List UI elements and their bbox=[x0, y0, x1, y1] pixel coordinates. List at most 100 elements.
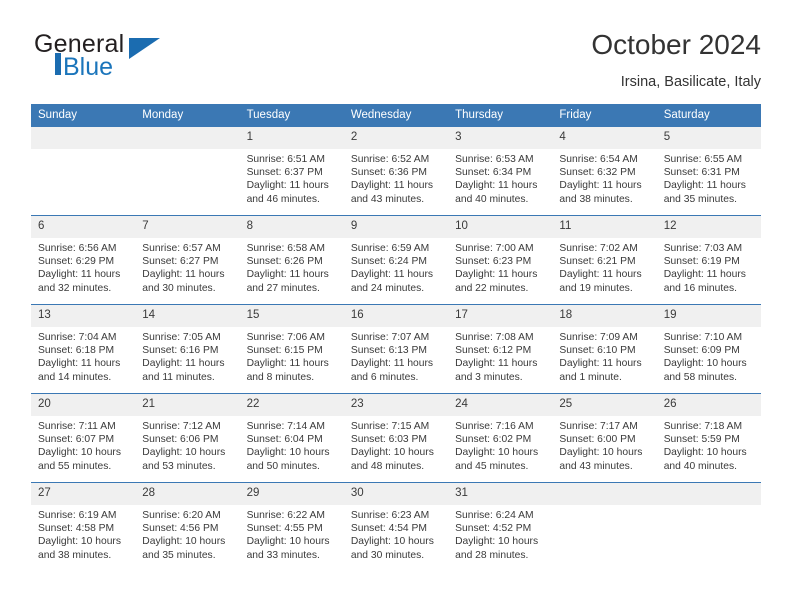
day-info: Sunrise: 7:15 AM Sunset: 6:03 PM Daylight:… bbox=[344, 416, 448, 473]
daylight-duration-line1: Daylight: 11 hours bbox=[350, 358, 434, 370]
sunset-time: Sunset: 6:32 PM bbox=[559, 167, 636, 179]
sunrise-time: Sunrise: 7:00 AM bbox=[455, 243, 534, 254]
calendar-day-cell[interactable]: 28 Sunrise: 6:20 AM Sunset: 4:56 PM Dayligh… bbox=[135, 482, 240, 571]
calendar-day-cell[interactable]: 16 Sunrise: 7:07 AM Sunset: 6:13 PM Dayligh… bbox=[343, 304, 449, 394]
calendar-day-cell[interactable]: 1 Sunrise: 6:51 AM Sunset: 6:37 PM Daylight… bbox=[239, 127, 344, 216]
calendar-day-cell[interactable]: 7 Sunrise: 6:57 AM Sunset: 6:27 PM Daylight… bbox=[135, 215, 240, 305]
day-number: 1 bbox=[239, 127, 344, 149]
daylight-duration-line2: and 35 minutes. bbox=[142, 549, 216, 561]
day-info: Sunrise: 7:18 AM Sunset: 5:59 PM Daylight:… bbox=[657, 416, 761, 473]
day-number: 26 bbox=[656, 394, 761, 416]
calendar-day-cell[interactable]: 9 Sunrise: 6:59 AM Sunset: 6:24 PM Daylight… bbox=[343, 215, 449, 305]
calendar-body: 1 Sunrise: 6:51 AM Sunset: 6:37 PM Daylight… bbox=[31, 127, 761, 571]
day-info: Sunrise: 7:16 AM Sunset: 6:02 PM Daylight:… bbox=[448, 416, 552, 473]
weekday-header-tuesday: Tuesday bbox=[239, 104, 344, 127]
calendar-day-cell[interactable]: 30 Sunrise: 6:23 AM Sunset: 4:54 PM Dayligh… bbox=[343, 482, 449, 571]
calendar-day-cell[interactable]: 6 Sunrise: 6:56 AM Sunset: 6:29 PM Daylight… bbox=[31, 215, 136, 305]
day-number: 18 bbox=[552, 305, 657, 327]
day-info: Sunrise: 6:20 AM Sunset: 4:56 PM Daylight:… bbox=[135, 505, 239, 562]
calendar-cell-empty bbox=[552, 482, 657, 571]
day-info: Sunrise: 7:14 AM Sunset: 6:04 PM Daylight:… bbox=[240, 416, 344, 473]
sunrise-time: Sunrise: 7:09 AM bbox=[559, 332, 638, 343]
brand-logo[interactable]: General Blue bbox=[31, 28, 251, 90]
sunrise-time: Sunrise: 6:22 AM bbox=[246, 510, 325, 521]
sunset-time: Sunset: 6:18 PM bbox=[38, 345, 115, 357]
day-info: Sunrise: 7:11 AM Sunset: 6:07 PM Daylight:… bbox=[31, 416, 135, 473]
daylight-duration-line2: and 14 minutes. bbox=[38, 371, 112, 383]
day-number: 12 bbox=[656, 216, 761, 238]
sunset-time: Sunset: 6:23 PM bbox=[455, 256, 532, 268]
day-info: Sunrise: 7:17 AM Sunset: 6:00 PM Daylight:… bbox=[552, 416, 656, 473]
calendar-day-cell[interactable]: 3 Sunrise: 6:53 AM Sunset: 6:34 PM Daylight… bbox=[448, 127, 553, 216]
sunrise-time: Sunrise: 6:52 AM bbox=[350, 154, 430, 165]
daylight-duration-line2: and 27 minutes. bbox=[246, 282, 320, 294]
calendar-day-cell[interactable]: 8 Sunrise: 6:58 AM Sunset: 6:26 PM Daylight… bbox=[239, 215, 344, 305]
sunrise-time: Sunrise: 7:14 AM bbox=[246, 421, 325, 432]
calendar-day-cell[interactable]: 5 Sunrise: 6:55 AM Sunset: 6:31 PM Daylight… bbox=[656, 127, 761, 216]
sunset-time: Sunset: 6:04 PM bbox=[246, 434, 323, 446]
day-info: Sunrise: 6:54 AM Sunset: 6:32 PM Daylight:… bbox=[552, 149, 656, 206]
calendar-day-cell[interactable]: 15 Sunrise: 7:06 AM Sunset: 6:15 PM Dayligh… bbox=[239, 304, 344, 394]
calendar-day-cell[interactable]: 17 Sunrise: 7:08 AM Sunset: 6:12 PM Dayligh… bbox=[448, 304, 553, 394]
calendar-day-cell[interactable]: 2 Sunrise: 6:52 AM Sunset: 6:36 PM Daylight… bbox=[343, 127, 449, 216]
calendar-day-cell[interactable]: 27 Sunrise: 6:19 AM Sunset: 4:58 PM Dayligh… bbox=[31, 482, 136, 571]
page-title: October 2024 bbox=[591, 29, 761, 60]
calendar-page: General Blue October 2024 Irsina, Basili… bbox=[0, 0, 792, 612]
calendar-day-cell[interactable]: 19 Sunrise: 7:10 AM Sunset: 6:09 PM Dayligh… bbox=[656, 304, 761, 394]
calendar-day-cell[interactable]: 25 Sunrise: 7:17 AM Sunset: 6:00 PM Dayligh… bbox=[552, 393, 657, 483]
sunrise-time: Sunrise: 6:58 AM bbox=[246, 243, 325, 254]
daylight-duration-line1: Daylight: 11 hours bbox=[38, 269, 121, 281]
daylight-duration-line2: and 32 minutes. bbox=[38, 282, 112, 294]
calendar-day-cell[interactable]: 10 Sunrise: 7:00 AM Sunset: 6:23 PM Dayligh… bbox=[448, 215, 553, 305]
sunrise-time: Sunrise: 7:11 AM bbox=[38, 421, 116, 432]
calendar-day-cell[interactable]: 14 Sunrise: 7:05 AM Sunset: 6:16 PM Dayligh… bbox=[135, 304, 240, 394]
day-info: Sunrise: 6:56 AM Sunset: 6:29 PM Daylight:… bbox=[31, 238, 135, 295]
daylight-duration-line2: and 38 minutes. bbox=[559, 193, 633, 205]
daylight-duration-line1: Daylight: 10 hours bbox=[38, 536, 121, 548]
daylight-duration-line2: and 28 minutes. bbox=[455, 549, 529, 561]
day-number: 22 bbox=[239, 394, 344, 416]
day-number: 7 bbox=[135, 216, 240, 238]
day-number: 27 bbox=[31, 483, 136, 505]
day-number: 23 bbox=[343, 394, 449, 416]
calendar-day-cell[interactable]: 12 Sunrise: 7:03 AM Sunset: 6:19 PM Dayligh… bbox=[656, 215, 761, 305]
calendar-day-cell[interactable]: 18 Sunrise: 7:09 AM Sunset: 6:10 PM Dayligh… bbox=[552, 304, 657, 394]
calendar-day-cell[interactable]: 22 Sunrise: 7:14 AM Sunset: 6:04 PM Dayligh… bbox=[239, 393, 344, 483]
sunset-time: Sunset: 4:52 PM bbox=[455, 523, 532, 535]
day-number bbox=[31, 127, 136, 149]
sunset-time: Sunset: 4:54 PM bbox=[350, 523, 427, 535]
sunset-time: Sunset: 5:59 PM bbox=[663, 434, 740, 446]
sunrise-time: Sunrise: 7:07 AM bbox=[350, 332, 430, 343]
sunset-time: Sunset: 6:27 PM bbox=[142, 256, 219, 268]
day-info: Sunrise: 6:58 AM Sunset: 6:26 PM Daylight:… bbox=[240, 238, 344, 295]
day-number: 6 bbox=[31, 216, 136, 238]
weekday-header-sunday: Sunday bbox=[31, 104, 136, 127]
sunset-time: Sunset: 6:36 PM bbox=[350, 167, 427, 179]
day-info: Sunrise: 7:07 AM Sunset: 6:13 PM Daylight:… bbox=[344, 327, 448, 384]
daylight-duration-line1: Daylight: 11 hours bbox=[663, 180, 746, 192]
calendar-day-cell[interactable]: 13 Sunrise: 7:04 AM Sunset: 6:18 PM Dayligh… bbox=[31, 304, 136, 394]
day-number: 30 bbox=[343, 483, 449, 505]
day-number: 3 bbox=[448, 127, 553, 149]
calendar-day-cell[interactable]: 26 Sunrise: 7:18 AM Sunset: 5:59 PM Dayligh… bbox=[656, 393, 761, 483]
calendar-day-cell[interactable]: 23 Sunrise: 7:15 AM Sunset: 6:03 PM Dayligh… bbox=[343, 393, 449, 483]
sunrise-time: Sunrise: 6:19 AM bbox=[38, 510, 117, 521]
calendar-day-cell[interactable]: 21 Sunrise: 7:12 AM Sunset: 6:06 PM Dayligh… bbox=[135, 393, 240, 483]
calendar-day-cell[interactable]: 24 Sunrise: 7:16 AM Sunset: 6:02 PM Dayligh… bbox=[448, 393, 553, 483]
daylight-duration-line2: and 11 minutes. bbox=[142, 371, 215, 383]
calendar-day-cell[interactable]: 4 Sunrise: 6:54 AM Sunset: 6:32 PM Daylight… bbox=[552, 127, 657, 216]
calendar-day-cell[interactable]: 11 Sunrise: 7:02 AM Sunset: 6:21 PM Dayligh… bbox=[552, 215, 657, 305]
day-info: Sunrise: 6:24 AM Sunset: 4:52 PM Daylight:… bbox=[448, 505, 552, 562]
day-info: Sunrise: 7:09 AM Sunset: 6:10 PM Daylight:… bbox=[552, 327, 656, 384]
daylight-duration-line2: and 16 minutes. bbox=[663, 282, 737, 294]
calendar-cell-empty bbox=[135, 127, 240, 216]
calendar-day-cell[interactable]: 29 Sunrise: 6:22 AM Sunset: 4:55 PM Dayligh… bbox=[239, 482, 344, 571]
calendar-day-cell[interactable]: 31 Sunrise: 6:24 AM Sunset: 4:52 PM Dayligh… bbox=[448, 482, 553, 571]
day-number: 16 bbox=[343, 305, 449, 327]
sunrise-time: Sunrise: 6:23 AM bbox=[350, 510, 430, 521]
calendar-week-row: 20 Sunrise: 7:11 AM Sunset: 6:07 PM Dayligh… bbox=[31, 393, 761, 483]
day-number: 5 bbox=[656, 127, 761, 149]
calendar-day-cell[interactable]: 20 Sunrise: 7:11 AM Sunset: 6:07 PM Dayligh… bbox=[31, 393, 136, 483]
daylight-duration-line1: Daylight: 10 hours bbox=[663, 447, 747, 459]
sunset-time: Sunset: 6:13 PM bbox=[350, 345, 427, 357]
